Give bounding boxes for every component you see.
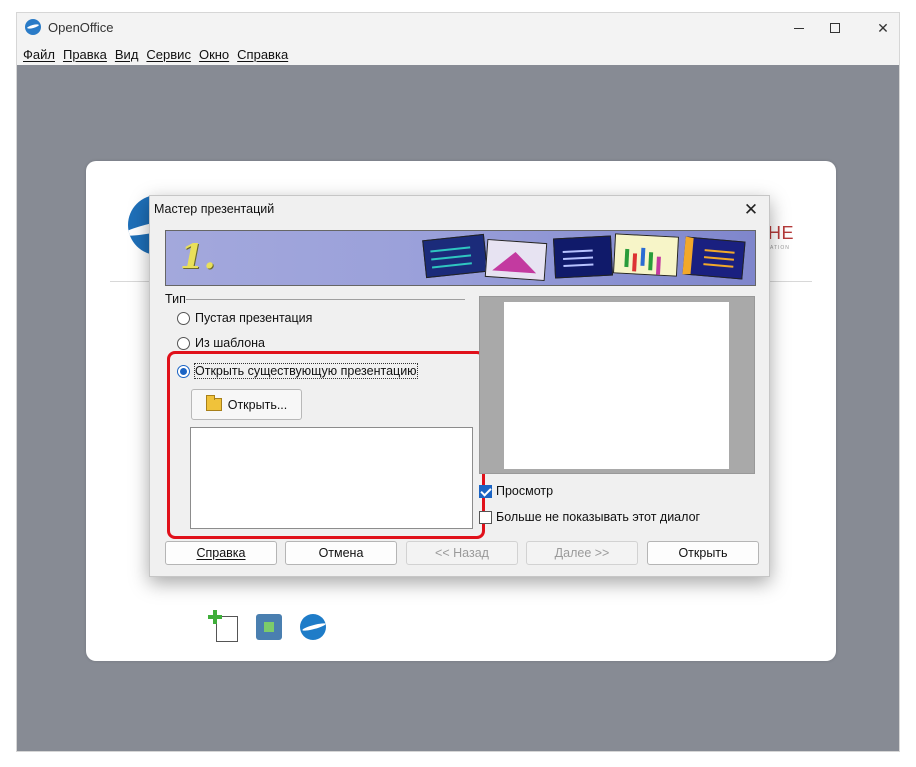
slide-thumbnail-icon bbox=[682, 236, 746, 280]
openoffice-logo-icon bbox=[300, 614, 326, 640]
slide-thumbnail-icon bbox=[552, 235, 614, 279]
slide-thumbnail-icon bbox=[484, 238, 548, 282]
presentation-wizard-dialog: Мастер презентаций ✕ 1. Тип Пустая презе… bbox=[149, 195, 770, 577]
plus-icon bbox=[208, 610, 222, 624]
radio-empty-presentation[interactable]: Пустая презентация bbox=[177, 311, 312, 325]
help-button[interactable]: Справка bbox=[165, 541, 277, 565]
next-button[interactable]: Далее >> bbox=[526, 541, 638, 565]
minimize-icon bbox=[794, 27, 804, 29]
dialog-title: Мастер презентаций bbox=[154, 202, 275, 216]
checkbox-label: Больше не показывать этот диалог bbox=[496, 510, 701, 524]
back-button[interactable]: << Назад bbox=[406, 541, 518, 565]
dont-show-again-checkbox[interactable]: Больше не показывать этот диалог bbox=[479, 510, 700, 524]
extensions-icon[interactable] bbox=[254, 612, 284, 642]
menu-bar: Файл Правка Вид Сервис Окно Справка bbox=[17, 43, 899, 65]
title-bar: OpenOffice ✕ bbox=[17, 13, 899, 43]
maximize-button[interactable] bbox=[815, 13, 855, 43]
maximize-icon bbox=[830, 23, 840, 33]
dialog-close-button[interactable]: ✕ bbox=[739, 198, 763, 222]
radio-from-template[interactable]: Из шаблона bbox=[177, 336, 265, 350]
start-icons bbox=[208, 610, 328, 642]
preview-checkbox[interactable]: Просмотр bbox=[479, 484, 553, 498]
puzzle-icon bbox=[256, 614, 282, 640]
menu-help[interactable]: Справка bbox=[235, 47, 294, 62]
preview-page bbox=[504, 302, 729, 469]
slide-thumbnail-icon bbox=[422, 233, 488, 279]
slide-thumbnail-icon bbox=[612, 233, 680, 277]
type-group-label: Тип bbox=[165, 292, 186, 306]
menu-view[interactable]: Вид bbox=[113, 47, 145, 62]
step-number: 1. bbox=[180, 237, 216, 277]
minimize-button[interactable] bbox=[779, 13, 819, 43]
menu-tools[interactable]: Сервис bbox=[144, 47, 197, 62]
checkbox-label: Просмотр bbox=[496, 484, 554, 498]
menu-file[interactable]: Файл bbox=[21, 47, 61, 62]
menu-edit[interactable]: Правка bbox=[61, 47, 113, 62]
new-document-icon[interactable] bbox=[208, 610, 240, 642]
group-divider bbox=[186, 299, 465, 300]
close-window-button[interactable]: ✕ bbox=[863, 13, 903, 43]
red-highlight-annotation bbox=[167, 351, 485, 539]
openoffice-info-icon[interactable] bbox=[298, 612, 328, 642]
checkbox-unchecked[interactable] bbox=[479, 510, 492, 524]
openoffice-logo-icon bbox=[25, 19, 41, 35]
preview-area bbox=[479, 296, 755, 474]
help-button-label: Справка bbox=[196, 546, 246, 560]
brand-text: HE bbox=[768, 223, 795, 243]
menu-window[interactable]: Окно bbox=[197, 47, 235, 62]
radio-label: Пустая презентация bbox=[195, 311, 313, 325]
radio-button[interactable] bbox=[177, 336, 190, 350]
cancel-button[interactable]: Отмена bbox=[285, 541, 397, 565]
brand-subtext: ATION bbox=[770, 245, 790, 251]
window-title: OpenOffice bbox=[48, 20, 114, 35]
wizard-banner: 1. bbox=[165, 230, 756, 286]
radio-button[interactable] bbox=[177, 311, 190, 325]
open-button[interactable]: Открыть bbox=[647, 541, 759, 565]
checkbox-checked[interactable] bbox=[479, 484, 492, 498]
radio-label: Из шаблона bbox=[195, 336, 266, 350]
